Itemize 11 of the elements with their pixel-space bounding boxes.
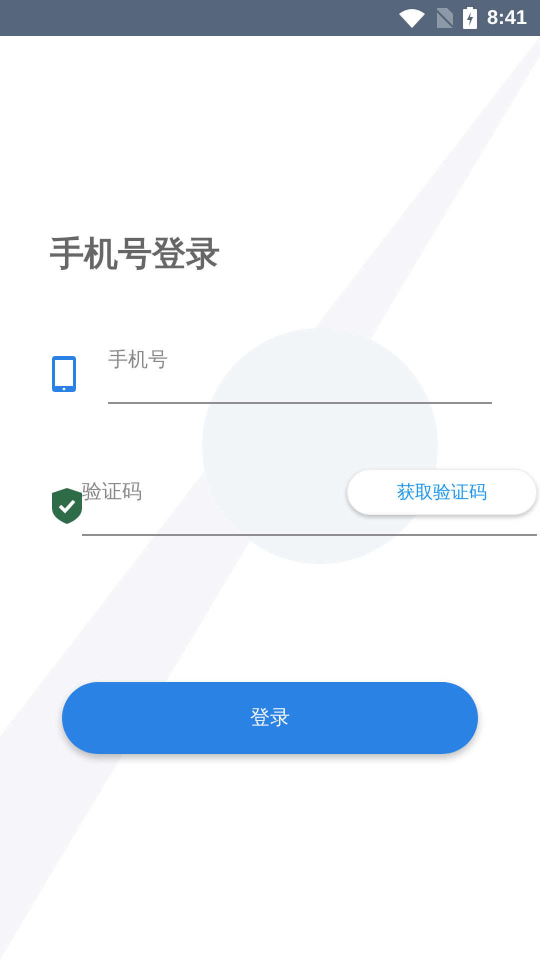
no-sim-icon [434, 8, 453, 28]
login-button[interactable]: 登录 [62, 682, 478, 754]
phone-icon [52, 356, 76, 392]
battery-charging-icon [462, 7, 477, 29]
wifi-icon [398, 8, 425, 28]
shield-check-icon [52, 488, 82, 524]
clock-time: 8:41 [486, 6, 527, 31]
input-field[interactable]: 手机号 [108, 340, 492, 380]
input-field[interactable]: 验证码 [82, 472, 347, 512]
get-code-button[interactable]: 获取验证码 [347, 469, 537, 515]
page-title: 手机号登录 [50, 234, 221, 275]
